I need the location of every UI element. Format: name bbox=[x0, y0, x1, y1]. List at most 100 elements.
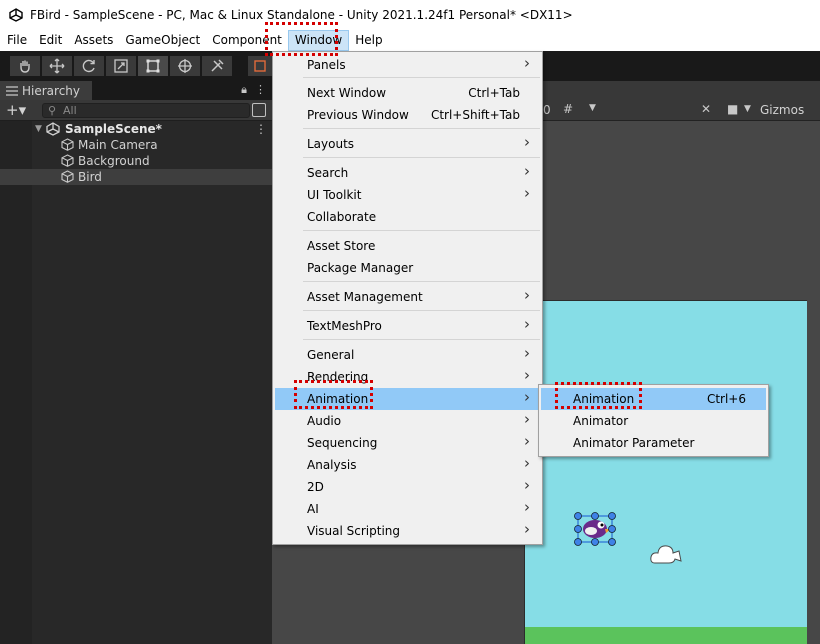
window-menu-item-general[interactable]: General › bbox=[275, 344, 540, 366]
chevron-right-icon: › bbox=[524, 432, 530, 450]
hierarchy-item-bird[interactable]: Bird bbox=[0, 169, 272, 185]
window-menu-item-ai[interactable]: AI › bbox=[275, 498, 540, 520]
window-menu-item-panels[interactable]: Panels › bbox=[275, 54, 540, 76]
title-bar: FBird - SampleScene - PC, Mac & Linux St… bbox=[0, 0, 820, 30]
chevron-right-icon: › bbox=[524, 315, 530, 333]
menu-separator bbox=[303, 157, 540, 158]
menu-item-label: Sequencing bbox=[307, 436, 378, 450]
menu-item-label: Audio bbox=[307, 414, 342, 428]
window-menu-item-previous-window[interactable]: Previous Window Ctrl+Shift+Tab bbox=[275, 104, 540, 126]
menu-item-label: AI bbox=[307, 502, 319, 516]
scene-menu-icon[interactable]: ⋮ bbox=[255, 122, 267, 136]
menu-assets[interactable]: Assets bbox=[68, 30, 119, 51]
animation-submenu-item-animator[interactable]: Animator bbox=[541, 410, 766, 432]
window-menu-item-textmeshpro[interactable]: TextMeshPro › bbox=[275, 315, 540, 337]
dropdown-arrow-icon[interactable]: ▼ bbox=[589, 103, 596, 113]
search-placeholder: All bbox=[63, 104, 77, 117]
hand-tool-button[interactable] bbox=[10, 56, 40, 76]
menu-item-label: Package Manager bbox=[307, 261, 414, 275]
cloud-sprite bbox=[650, 545, 682, 564]
menu-item-label: Asset Management bbox=[307, 290, 423, 304]
scale-icon bbox=[114, 59, 128, 73]
animation-submenu-item-animator-parameter[interactable]: Animator Parameter bbox=[541, 432, 766, 454]
custom-tool-button[interactable] bbox=[202, 56, 232, 76]
layer-count: 0 bbox=[543, 103, 551, 117]
pivot-icon bbox=[254, 60, 266, 72]
gizmos-button[interactable]: Gizmos bbox=[760, 103, 804, 117]
move-tool-button[interactable] bbox=[42, 56, 72, 76]
hierarchy-gutter bbox=[0, 121, 32, 644]
menu-separator bbox=[303, 128, 540, 129]
window-menu-item-asset-management[interactable]: Asset Management › bbox=[275, 286, 540, 308]
menu-item-label: 2D bbox=[307, 480, 324, 494]
menu-item-label: Analysis bbox=[307, 458, 357, 472]
hierarchy-item-background[interactable]: Background bbox=[0, 153, 272, 169]
hierarchy-item-main-camera[interactable]: Main Camera bbox=[0, 137, 272, 153]
hierarchy-tab[interactable]: Hierarchy bbox=[0, 81, 92, 100]
tools-icon[interactable]: ✕ bbox=[701, 102, 711, 116]
hierarchy-tab-icons: 🔒︎ ⋮ bbox=[241, 83, 266, 97]
rotate-tool-button[interactable] bbox=[74, 56, 104, 76]
highlight-animation-item bbox=[294, 380, 373, 409]
chevron-right-icon: › bbox=[524, 54, 530, 72]
chevron-right-icon: › bbox=[524, 388, 530, 406]
menu-item-label: Next Window bbox=[307, 86, 387, 100]
window-menu-item-ui-toolkit[interactable]: UI Toolkit › bbox=[275, 184, 540, 206]
list-icon bbox=[6, 85, 18, 96]
tools-icon bbox=[211, 59, 224, 72]
scene-toolbar: 0 # ▼ ✕ ■ ▼ Gizmos bbox=[543, 100, 820, 121]
grid-icon[interactable]: # bbox=[563, 102, 573, 116]
highlight-window-menu bbox=[265, 22, 338, 56]
chevron-right-icon: › bbox=[524, 520, 530, 538]
chevron-right-icon: › bbox=[524, 476, 530, 494]
window-menu-item-2d[interactable]: 2D › bbox=[275, 476, 540, 498]
window-menu-item-asset-store[interactable]: Asset Store bbox=[275, 235, 540, 257]
window-menu-item-next-window[interactable]: Next Window Ctrl+Tab bbox=[275, 82, 540, 104]
hierarchy-search-row: +▾ ⚲ All bbox=[0, 100, 272, 121]
hierarchy-item-label: Bird bbox=[78, 170, 102, 184]
expand-arrow-icon[interactable]: ▼ bbox=[35, 124, 42, 134]
rect-transform-icon bbox=[146, 59, 160, 73]
scale-tool-button[interactable] bbox=[106, 56, 136, 76]
menu-help[interactable]: Help bbox=[349, 30, 388, 51]
menu-item-label: Collaborate bbox=[307, 210, 377, 224]
chevron-right-icon: › bbox=[524, 344, 530, 362]
pivot-mode-button[interactable] bbox=[248, 56, 272, 76]
chevron-right-icon: › bbox=[524, 184, 530, 202]
hierarchy-tab-label: Hierarchy bbox=[22, 83, 81, 98]
window-menu-item-package-manager[interactable]: Package Manager bbox=[275, 257, 540, 279]
chevron-right-icon: › bbox=[524, 286, 530, 304]
kebab-menu-icon[interactable]: ⋮ bbox=[255, 83, 266, 97]
rotate-icon bbox=[82, 59, 95, 73]
window-menu: Panels › Next Window Ctrl+Tab Previous Windo… bbox=[272, 51, 543, 545]
move-icon bbox=[49, 58, 65, 74]
menu-file[interactable]: File bbox=[0, 30, 33, 51]
rect-tool-button[interactable] bbox=[138, 56, 168, 76]
dropdown-arrow-icon[interactable]: ▼ bbox=[744, 104, 751, 114]
scene-row[interactable]: ▼ SampleScene* ⋮ bbox=[0, 121, 272, 137]
menu-item-label: UI Toolkit bbox=[307, 188, 362, 202]
menu-bar: File Edit Assets GameObject Component Wi… bbox=[0, 30, 820, 51]
camera-icon[interactable]: ■ bbox=[727, 102, 738, 116]
lock-icon[interactable]: 🔒︎ bbox=[241, 83, 247, 97]
hand-icon bbox=[20, 60, 30, 73]
window-menu-item-analysis[interactable]: Analysis › bbox=[275, 454, 540, 476]
chevron-right-icon: › bbox=[524, 133, 530, 151]
menu-edit[interactable]: Edit bbox=[33, 30, 68, 51]
add-object-button[interactable]: +▾ bbox=[6, 101, 26, 119]
hierarchy-search-input[interactable]: ⚲ All bbox=[42, 103, 250, 118]
transform-tool-button[interactable] bbox=[170, 56, 200, 76]
menu-gameobject[interactable]: GameObject bbox=[119, 30, 206, 51]
window-menu-item-search[interactable]: Search › bbox=[275, 162, 540, 184]
window-menu-item-collaborate[interactable]: Collaborate bbox=[275, 206, 540, 228]
window-menu-item-visual-scripting[interactable]: Visual Scripting › bbox=[275, 520, 540, 542]
bird-sprite[interactable] bbox=[573, 511, 617, 547]
gameobject-cube-icon bbox=[61, 138, 74, 151]
scene-picker-icon[interactable] bbox=[252, 103, 266, 117]
window-menu-item-audio[interactable]: Audio › bbox=[275, 410, 540, 432]
window-menu-item-sequencing[interactable]: Sequencing › bbox=[275, 432, 540, 454]
highlight-animation-window bbox=[555, 382, 642, 409]
menu-item-shortcut: Ctrl+6 bbox=[706, 392, 746, 406]
window-menu-item-layouts[interactable]: Layouts › bbox=[275, 133, 540, 155]
search-icon: ⚲ bbox=[48, 104, 57, 117]
